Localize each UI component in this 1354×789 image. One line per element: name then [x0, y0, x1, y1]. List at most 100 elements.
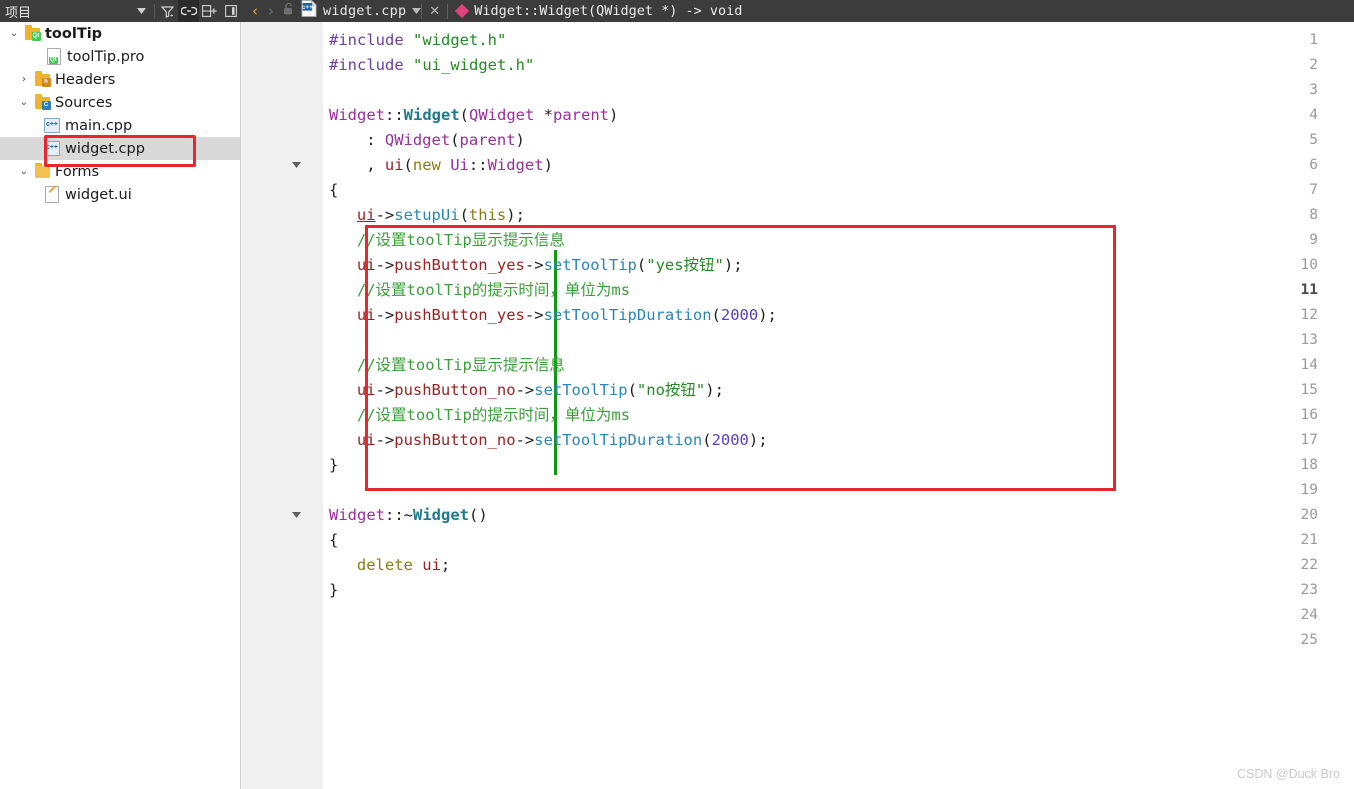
code-token: -> [376, 381, 395, 399]
code-line[interactable]: } [329, 578, 338, 603]
code-line[interactable]: ui->setupUi(this); [357, 203, 525, 228]
code-token [413, 556, 422, 574]
symbol-selector[interactable]: Widget::Widget(QWidget *) -> void [457, 3, 742, 19]
fold-toggle-icon[interactable] [289, 153, 303, 178]
code-token: ); [506, 206, 525, 224]
tab-dropdown-icon[interactable] [412, 6, 421, 16]
toolbar-separator [447, 4, 448, 19]
code-token: "yes按钮" [646, 256, 724, 274]
code-token: 2000 [712, 431, 749, 449]
code-line[interactable]: : QWidget(parent) [366, 128, 525, 153]
sidebar-item-label: widget.ui [62, 187, 132, 203]
code-token: { [329, 181, 338, 199]
fold-toggle-icon[interactable] [289, 503, 303, 528]
project-pane-header: 项目 [0, 0, 241, 22]
function-symbol-icon [455, 4, 469, 18]
code-token: -> [376, 306, 395, 324]
code-token: pushButton_yes [394, 306, 525, 324]
code-token [441, 156, 450, 174]
code-token: ) [609, 106, 618, 124]
code-token: ( [460, 206, 469, 224]
code-line[interactable]: , ui(new Ui::Widget) [366, 153, 553, 178]
editor-toolbar: ‹ › c++ widget.cpp ✕ [241, 0, 1354, 22]
filter-icon[interactable] [157, 0, 178, 22]
code-token: ( [712, 306, 721, 324]
code-token: ui [357, 381, 376, 399]
code-line[interactable]: ui->pushButton_no->setToolTipDuration(20… [357, 428, 768, 453]
code-token: Ui [450, 156, 469, 174]
chevron-down-icon[interactable]: ⌄ [6, 28, 22, 39]
sidebar-item-tooltip-pro[interactable]: Qt toolTip.pro [0, 45, 240, 68]
code-line[interactable]: { [329, 528, 338, 553]
collapse-panel-icon[interactable] [220, 0, 241, 22]
chevron-down-icon[interactable]: ⌄ [16, 97, 32, 108]
code-token: -> [516, 431, 535, 449]
code-line[interactable]: ui->pushButton_no->setToolTip("no按钮"); [357, 378, 724, 403]
code-token: delete [357, 556, 413, 574]
code-token: -> [525, 256, 544, 274]
code-token: -> [376, 431, 395, 449]
code-line[interactable]: //设置toolTip显示提示信息 [357, 353, 565, 378]
sidebar-item-tooltip-project[interactable]: ⌄ Qt toolTip [0, 22, 240, 45]
code-line[interactable]: Widget::Widget(QWidget *parent) [329, 103, 618, 128]
code-token: "widget.h" [413, 31, 506, 49]
sidebar-item-main-cpp[interactable]: c++ main.cpp [0, 114, 240, 137]
ui-file-icon [42, 186, 62, 203]
sidebar-item-label: Forms [52, 164, 99, 180]
code-line[interactable]: ui->pushButton_yes->setToolTipDuration(2… [357, 303, 777, 328]
close-tab-button[interactable]: ✕ [422, 3, 447, 19]
project-pane-title: 项目 [5, 2, 131, 21]
code-token: QWidget [469, 106, 534, 124]
code-line[interactable]: //设置toolTip的提示时间，单位为ms [357, 278, 630, 303]
code-token: -> [525, 306, 544, 324]
folder-cpp-icon: C [32, 97, 52, 109]
split-pane-add-icon[interactable] [199, 0, 220, 22]
cpp-file-icon: c++ [301, 0, 317, 22]
code-line[interactable]: #include "widget.h" [329, 28, 506, 53]
code-line[interactable]: //设置toolTip显示提示信息 [357, 228, 565, 253]
code-line[interactable]: } [329, 453, 338, 478]
code-line[interactable]: ui->pushButton_yes->setToolTip("yes按钮"); [357, 253, 743, 278]
code-text-area[interactable]: #include "widget.h"#include "ui_widget.h… [323, 22, 1354, 789]
code-line[interactable]: { [329, 178, 338, 203]
sidebar-item-widget-ui[interactable]: widget.ui [0, 183, 240, 206]
sidebar-item-headers[interactable]: › h Headers [0, 68, 240, 91]
code-token: ui [357, 256, 376, 274]
code-token: setupUi [394, 206, 459, 224]
chevron-right-icon[interactable]: › [16, 74, 32, 85]
code-token: ); [758, 306, 777, 324]
chevron-down-icon[interactable]: ⌄ [16, 166, 32, 177]
code-token: parent [553, 106, 609, 124]
code-token: this [469, 206, 506, 224]
code-editor[interactable]: 1234567891011121314151617181920212223242… [241, 22, 1354, 789]
code-line[interactable]: //设置toolTip的提示时间，单位为ms [357, 403, 630, 428]
code-line[interactable]: delete ui; [357, 553, 450, 578]
code-token: Widget [404, 106, 460, 124]
code-token: : [366, 131, 385, 149]
line-number-gutter [241, 22, 323, 789]
code-token: ui [422, 556, 441, 574]
code-token: "no按钮" [637, 381, 705, 399]
sidebar-item-label: toolTip [42, 26, 102, 42]
nav-forward-icon[interactable]: › [263, 2, 279, 20]
code-token: { [329, 531, 338, 549]
unlock-icon[interactable] [283, 2, 295, 20]
link-icon[interactable] [178, 0, 199, 22]
symbol-selector-label: Widget::Widget(QWidget *) -> void [474, 3, 742, 19]
qt-creator-window: 项目 ‹ › [0, 0, 1354, 789]
code-token: ); [705, 381, 724, 399]
chevron-down-icon[interactable] [131, 0, 152, 22]
sidebar-item-forms[interactable]: ⌄ Forms [0, 160, 240, 183]
code-line[interactable]: Widget::~Widget() [329, 503, 488, 528]
code-token: setToolTipDuration [534, 431, 702, 449]
code-token: ( [637, 256, 646, 274]
sidebar-item-widget-cpp[interactable]: c++ widget.cpp [0, 137, 240, 160]
code-token: //设置toolTip显示提示信息 [357, 356, 565, 374]
sidebar-item-sources[interactable]: ⌄ C Sources [0, 91, 240, 114]
code-line[interactable]: #include "ui_widget.h" [329, 53, 534, 78]
code-token: ( [460, 106, 469, 124]
nav-back-icon[interactable]: ‹ [247, 2, 263, 20]
code-token: QWidget [385, 131, 450, 149]
code-token: setToolTipDuration [544, 306, 712, 324]
active-file-tab[interactable]: c++ widget.cpp [301, 0, 406, 22]
